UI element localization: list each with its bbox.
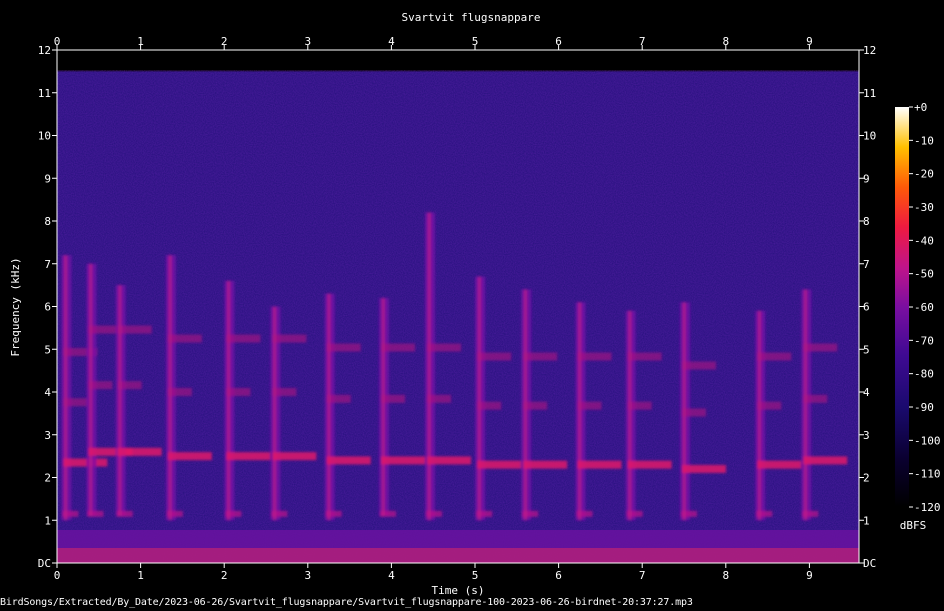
x-tick-label: 4 <box>388 569 395 582</box>
y-tick-label: 8 <box>44 215 51 228</box>
x-tick-label-top: 7 <box>639 35 646 48</box>
y-tick-label: 7 <box>44 258 51 271</box>
y-tick-label-right: 12 <box>863 44 876 57</box>
colorbar-tick-label: -100 <box>914 434 941 447</box>
x-tick-label: 7 <box>639 569 646 582</box>
y-tick-label-right: 9 <box>863 172 870 185</box>
x-tick-label-top: 4 <box>388 35 395 48</box>
y-tick-label-right: 6 <box>863 301 870 314</box>
colorbar-tick-label: -70 <box>914 334 934 347</box>
x-tick-label: 1 <box>137 569 144 582</box>
y-tick-label: 1 <box>44 514 51 527</box>
plot-area <box>56 49 860 564</box>
x-tick-label: 0 <box>54 569 61 582</box>
y-tick-label: 9 <box>44 172 51 185</box>
y-tick-label: 2 <box>44 472 51 485</box>
x-tick-label: 5 <box>472 569 479 582</box>
y-tick-label: 11 <box>38 87 51 100</box>
colorbar-tick-label: -90 <box>914 401 934 414</box>
x-axis-label: Time (s) <box>432 584 485 597</box>
y-tick-label-right: 2 <box>863 472 870 485</box>
colorbar-tick-label: -110 <box>914 468 941 481</box>
x-tick-label: 8 <box>722 569 729 582</box>
x-tick-label-top: 8 <box>722 35 729 48</box>
colorbar-tick-label: -10 <box>914 134 934 147</box>
y-tick-label: DC <box>38 557 51 570</box>
chart-title: Svartvit flugsnappare <box>401 11 540 24</box>
x-tick-label: 9 <box>806 569 813 582</box>
x-tick-label-top: 3 <box>304 35 311 48</box>
x-tick-label-top: 1 <box>137 35 144 48</box>
y-axis-label: Frequency (kHz) <box>9 257 22 356</box>
y-tick-label-right: 3 <box>863 429 870 442</box>
spectrogram-chart: Svartvit flugsnappare 001122334455667788… <box>9 11 941 597</box>
y-tick-label-right: DC <box>863 557 876 570</box>
y-tick-label: 5 <box>44 343 51 356</box>
y-tick-label-right: 5 <box>863 343 870 356</box>
y-tick-label-right: 4 <box>863 386 870 399</box>
y-tick-label: 10 <box>38 130 51 143</box>
y-tick-label: 4 <box>44 386 51 399</box>
colorbar-tick-label: -60 <box>914 301 934 314</box>
colorbar-tick-label: -40 <box>914 234 934 247</box>
y-tick-label: 12 <box>38 44 51 57</box>
x-tick-label-top: 2 <box>221 35 228 48</box>
colorbar-tick-label: +0 <box>914 101 927 114</box>
colorbar-tick-label: -50 <box>914 268 934 281</box>
x-tick-label: 2 <box>221 569 228 582</box>
colorbar-tick-label: -120 <box>914 501 941 514</box>
x-tick-label: 3 <box>304 569 311 582</box>
y-tick-label: 3 <box>44 429 51 442</box>
x-tick-label-top: 9 <box>806 35 813 48</box>
y-tick-label-right: 8 <box>863 215 870 228</box>
y-tick-label-right: 10 <box>863 130 876 143</box>
x-tick-label-top: 5 <box>472 35 479 48</box>
x-tick-label: 6 <box>555 569 562 582</box>
colorbar-tick-label: -30 <box>914 201 934 214</box>
colorbar-tick-label: -20 <box>914 168 934 181</box>
colorbar-tick-label: -80 <box>914 368 934 381</box>
y-tick-label-right: 7 <box>863 258 870 271</box>
y-tick-label: 6 <box>44 301 51 314</box>
y-tick-label-right: 11 <box>863 87 876 100</box>
x-tick-label-top: 0 <box>54 35 61 48</box>
x-tick-label-top: 6 <box>555 35 562 48</box>
colorbar-label: dBFS <box>900 519 927 532</box>
y-tick-label-right: 1 <box>863 514 870 527</box>
file-path-footer: BirdSongs/Extracted/By_Date/2023-06-26/S… <box>0 597 693 608</box>
colorbar: +0 -10 -20 -30 -40 -50 -60 -70 -80 -90 -100 -110 -12… <box>895 101 941 532</box>
